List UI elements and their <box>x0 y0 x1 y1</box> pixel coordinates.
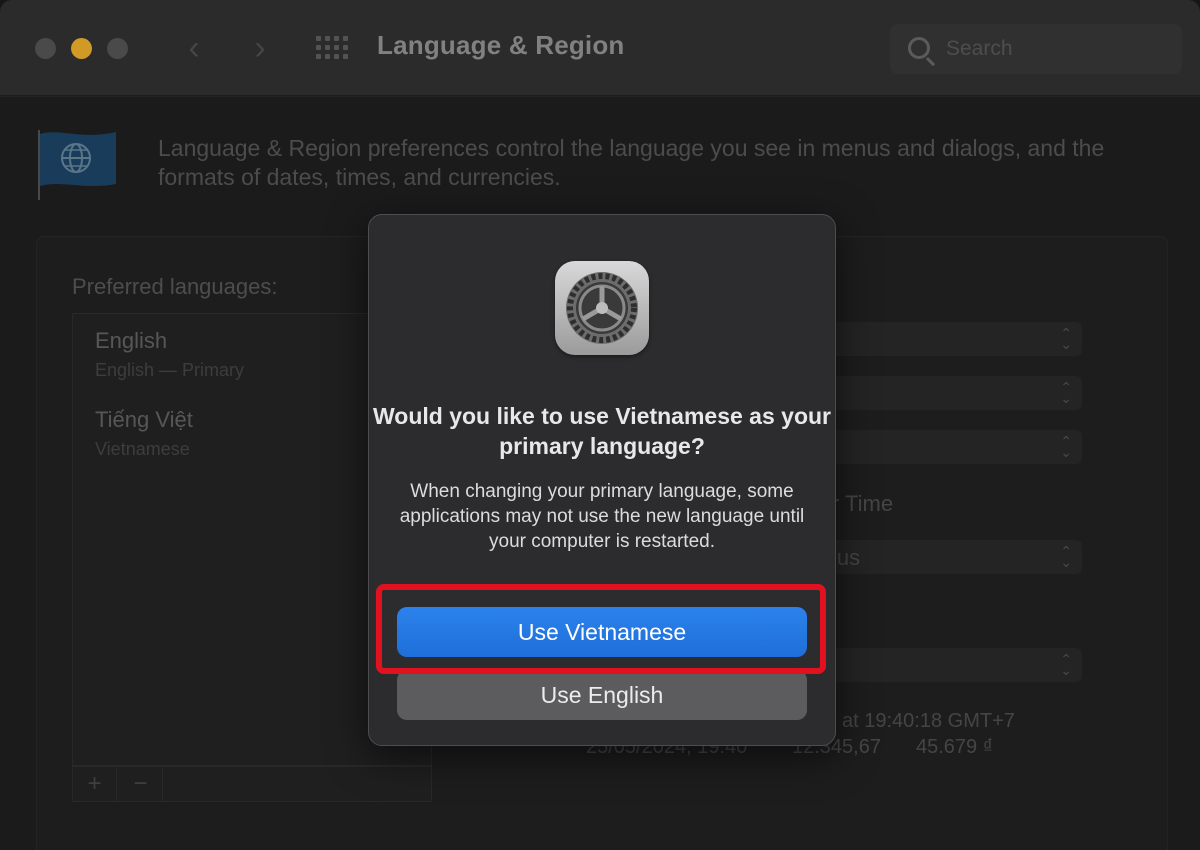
highlight-annotation-box <box>376 584 826 674</box>
dialog-title: Would you like to use Vietnamese as your… <box>372 403 831 459</box>
dialog-message: When changing your primary language, som… <box>399 481 805 552</box>
system-preferences-gear-icon <box>555 261 649 355</box>
use-english-button[interactable]: Use English <box>397 670 807 720</box>
